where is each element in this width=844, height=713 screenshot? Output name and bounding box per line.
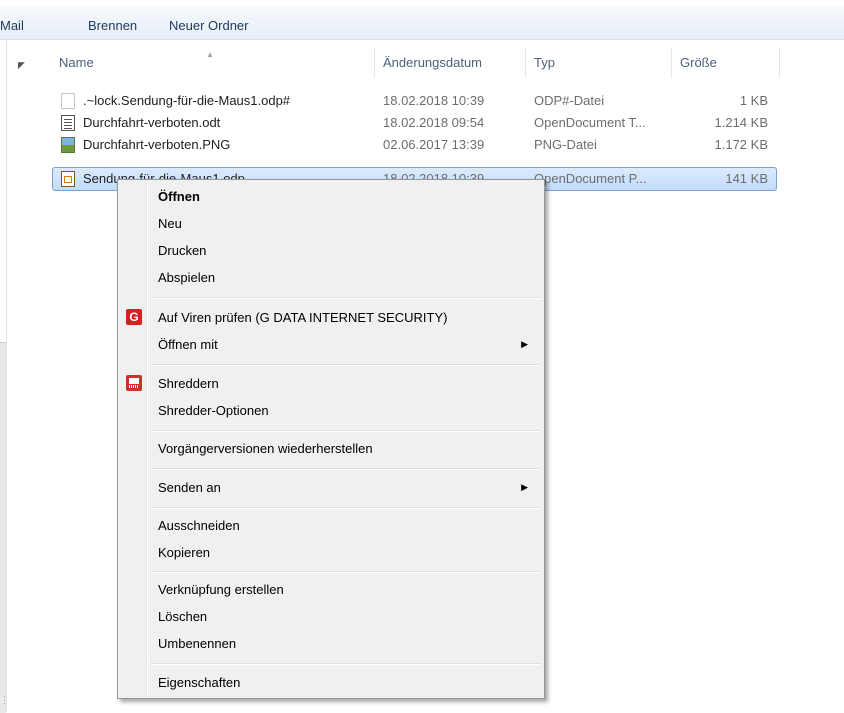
gdata-shield-icon: G xyxy=(126,309,142,325)
menu-separator xyxy=(151,571,541,573)
menu-separator xyxy=(151,468,541,470)
menu-item-properties[interactable]: Eigenschaften xyxy=(120,669,542,696)
menu-item-shred-label: Shreddern xyxy=(158,376,219,391)
column-type[interactable]: Typ xyxy=(526,48,672,78)
presentation-file-icon xyxy=(61,171,75,187)
menu-separator xyxy=(151,297,541,299)
menu-separator xyxy=(151,663,541,665)
file-type: ODP#-Datei xyxy=(534,93,605,108)
menu-item-open[interactable]: Öffnen xyxy=(120,183,542,210)
file-name: Durchfahrt-verboten.PNG xyxy=(83,137,231,152)
context-menu: Öffnen Neu Drucken Abspielen G Auf Viren… xyxy=(117,179,545,699)
menu-separator xyxy=(151,430,541,432)
file-type: PNG-Datei xyxy=(534,137,597,152)
command-bar: Mail Brennen Neuer Ordner xyxy=(0,0,844,40)
writer-document-icon xyxy=(61,115,75,131)
menu-item-play[interactable]: Abspielen xyxy=(120,264,542,291)
blank-file-icon xyxy=(61,93,75,109)
menu-item-open-with-label: Öffnen mit xyxy=(158,337,218,352)
file-name: .~lock.Sendung-für-die-Maus1.odp# xyxy=(83,93,291,108)
navigation-scrollbar[interactable] xyxy=(0,342,6,713)
expand-arrow-icon[interactable]: ◤ xyxy=(18,60,25,71)
menu-item-create-shortcut[interactable]: Verknüpfung erstellen xyxy=(120,576,542,603)
file-size: 1.214 KB xyxy=(714,115,769,130)
file-size: 1.172 KB xyxy=(714,137,769,152)
menu-separator xyxy=(151,507,541,509)
menu-separator xyxy=(151,364,541,366)
file-name: Durchfahrt-verboten.odt xyxy=(83,115,221,130)
file-row[interactable]: Durchfahrt-verboten.odt 18.02.2018 09:54… xyxy=(53,112,777,134)
menu-item-cut[interactable]: Ausschneiden xyxy=(120,512,542,539)
image-file-icon xyxy=(61,137,75,153)
menu-item-delete[interactable]: Löschen xyxy=(120,603,542,630)
menu-item-new[interactable]: Neu xyxy=(120,210,542,237)
column-size[interactable]: Größe xyxy=(672,48,780,78)
toolbar-email-button[interactable]: Mail xyxy=(0,18,24,33)
menu-item-copy[interactable]: Kopieren xyxy=(120,539,542,566)
menu-item-virus-scan-label: Auf Viren prüfen (G DATA INTERNET SECURI… xyxy=(158,310,448,325)
file-row[interactable]: .~lock.Sendung-für-die-Maus1.odp# 18.02.… xyxy=(53,90,777,112)
file-size: 1 KB xyxy=(739,93,768,108)
file-date: 18.02.2018 09:54 xyxy=(383,115,485,130)
file-type: OpenDocument P... xyxy=(534,171,647,186)
menu-item-send-to[interactable]: Senden an ▶ xyxy=(120,474,542,501)
file-date: 02.06.2017 13:39 xyxy=(383,137,485,152)
menu-item-shredder-options[interactable]: Shredder-Optionen xyxy=(120,397,542,424)
submenu-arrow-icon: ▶ xyxy=(521,482,528,492)
menu-item-virus-scan[interactable]: G Auf Viren prüfen (G DATA INTERNET SECU… xyxy=(120,304,542,331)
menu-item-send-to-label: Senden an xyxy=(158,480,221,495)
menu-item-shred[interactable]: Shreddern xyxy=(120,370,542,397)
file-size: 141 KB xyxy=(725,171,768,186)
file-row[interactable]: Durchfahrt-verboten.PNG 02.06.2017 13:39… xyxy=(53,134,777,156)
column-date[interactable]: Änderungsdatum xyxy=(375,48,526,78)
menu-item-print[interactable]: Drucken xyxy=(120,237,542,264)
splitter-grip-icon[interactable]: ⋮ xyxy=(0,695,9,706)
file-type: OpenDocument T... xyxy=(534,115,646,130)
menu-item-rename[interactable]: Umbenennen xyxy=(120,630,542,657)
column-header: Name Änderungsdatum Typ Größe xyxy=(51,48,780,78)
shredder-icon xyxy=(126,375,142,391)
sort-ascending-icon: ▲ xyxy=(206,50,214,59)
toolbar-burn-button[interactable]: Brennen xyxy=(88,18,137,33)
menu-item-open-with[interactable]: Öffnen mit ▶ xyxy=(120,331,542,358)
menu-item-restore-previous-versions[interactable]: Vorgängerversionen wiederherstellen xyxy=(120,435,542,462)
toolbar-new-folder-button[interactable]: Neuer Ordner xyxy=(169,18,248,33)
file-date: 18.02.2018 10:39 xyxy=(383,93,485,108)
submenu-arrow-icon: ▶ xyxy=(521,339,528,349)
